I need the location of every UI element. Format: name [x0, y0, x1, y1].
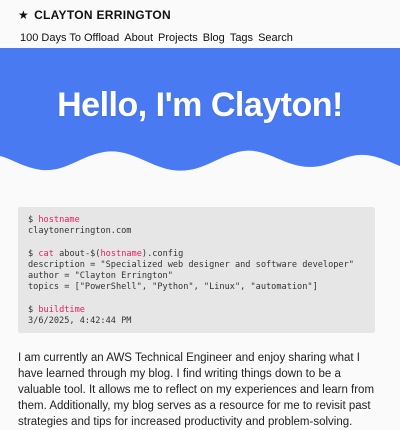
terminal-command-cat: cat	[38, 248, 54, 259]
terminal-block: $ hostname claytonerrington.com $ cat abou…	[18, 207, 375, 333]
terminal-config-author: author = "Clayton Errington"	[28, 271, 173, 281]
terminal-config-description: description = "Specialized web designer …	[28, 259, 354, 270]
terminal-command-hostname: hostname	[38, 215, 80, 225]
star-icon: ★	[18, 8, 30, 22]
terminal-config-topics: topics = ["PowerShell", "Python", "Linux…	[28, 282, 318, 293]
terminal-command-buildtime: buildtime	[38, 304, 85, 315]
brand-name: CLAYTON ERRINGTON	[34, 8, 171, 22]
nav-link-projects[interactable]: Projects	[158, 32, 198, 45]
terminal-line-3: $ buildtime	[28, 304, 85, 315]
terminal-line-1: $ hostname	[28, 215, 80, 225]
site-brand-link[interactable]: ★ CLAYTON ERRINGTON	[18, 8, 171, 22]
site-header: ★ CLAYTON ERRINGTON 100 Days To Offload …	[0, 0, 400, 50]
nav-link-tags[interactable]: Tags	[230, 32, 253, 45]
nav-link-search[interactable]: Search	[258, 32, 293, 45]
terminal-output-buildtime: 3/6/2025, 4:42:44 PM	[28, 315, 132, 326]
hero-heading: Hello, I'm Clayton!	[57, 86, 343, 124]
nav-link-about[interactable]: About	[124, 32, 153, 45]
nav-link-blog[interactable]: Blog	[203, 32, 225, 45]
hero-banner: Hello, I'm Clayton!	[0, 48, 400, 178]
bio-paragraph: I am currently an AWS Technical Engineer…	[18, 352, 375, 428]
terminal-line-2: $ cat about-$(hostname).config	[28, 248, 184, 259]
terminal-output-hostname: claytonerrington.com	[28, 226, 132, 237]
nav-link-100-days[interactable]: 100 Days To Offload	[20, 32, 119, 45]
main-nav: 100 Days To Offload About Projects Blog …	[20, 32, 293, 45]
